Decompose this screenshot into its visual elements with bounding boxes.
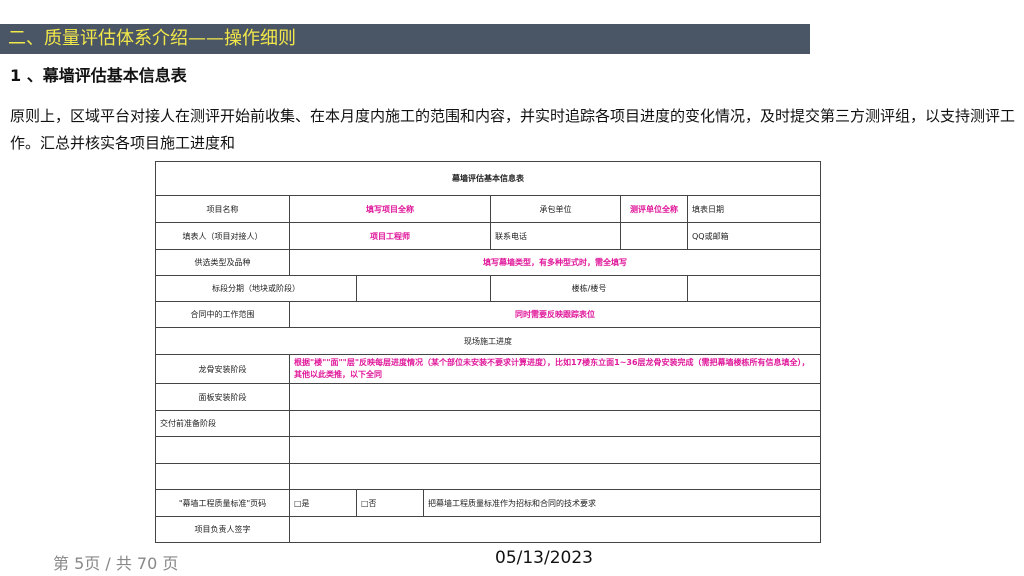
table-row: 标段分期（地块或阶段） 楼栋/楼号 xyxy=(155,275,822,302)
blank-cell xyxy=(155,436,290,464)
handover-label: 交付前准备阶段 xyxy=(155,410,290,437)
handover-value[interactable] xyxy=(288,410,822,437)
contractor-value[interactable]: 测评单位全称 xyxy=(620,195,688,223)
stage-label: 标段分期（地块或阶段） xyxy=(155,275,357,302)
option-yes[interactable]: □是 xyxy=(289,489,357,517)
panel-install-value[interactable] xyxy=(288,383,822,411)
table-row xyxy=(155,463,822,490)
bldg-no-label: 楼栋/楼号 xyxy=(490,275,688,302)
table-row: 龙骨安装阶段 根据"楼""面""层"反映每层进度情况（某个部位未安装不要求计算进… xyxy=(155,354,822,384)
option-no[interactable]: □否 xyxy=(356,489,424,517)
table-row: "幕墙工程质量标准"页码 □是 □否 把幕墙工程质量标准作为招标和合同的技术要求 xyxy=(155,489,822,517)
table-row: 面板安装阶段 xyxy=(155,383,822,411)
table-row xyxy=(155,436,822,464)
table-row: 交付前准备阶段 xyxy=(155,410,822,437)
curtain-wall-info-table: 幕墙评估基本信息表 项目名称 填写项目全称 承包单位 测评单位全称 填表日期 填… xyxy=(154,161,822,543)
phone-value[interactable] xyxy=(620,222,688,250)
table-row: 项目名称 填写项目全称 承包单位 测评单位全称 填表日期 xyxy=(155,195,822,223)
section-banner: 二、质量评估体系介绍——操作细则 xyxy=(0,24,810,54)
standard-note: 把幕墙工程质量标准作为招标和合同的技术要求 xyxy=(422,489,822,517)
section-subtitle: 1 、幕墙评估基本信息表 xyxy=(10,66,187,85)
contract-scope-label: 合同中的工作范围 xyxy=(155,301,290,328)
qq-label: QQ或邮箱 xyxy=(686,222,822,250)
standard-label: "幕墙工程质量标准"页码 xyxy=(155,489,290,517)
table-row: 供选类型及品种 填写幕墙类型，有多种型式时，需全填写 xyxy=(155,249,822,276)
table-row: 现场施工进度 xyxy=(154,327,822,355)
table-row: 填表人（项目对接人） 项目工程师 联系电话 QQ或邮箱 xyxy=(155,222,822,250)
current-progress-label: 现场施工进度 xyxy=(154,327,822,355)
filler-label: 填表人（项目对接人） xyxy=(155,222,290,250)
curtain-type-label: 供选类型及品种 xyxy=(155,249,290,276)
blank-cell[interactable] xyxy=(288,463,822,490)
project-name-label: 项目名称 xyxy=(155,195,290,223)
contractor-label: 承包单位 xyxy=(490,195,621,223)
project-name-value[interactable]: 填写项目全称 xyxy=(289,195,491,223)
table-row: 项目负责人签字 xyxy=(155,516,822,543)
filler-value[interactable]: 项目工程师 xyxy=(289,222,491,250)
fill-date-label: 填表日期 xyxy=(686,195,822,223)
pm-sign-label: 项目负责人签字 xyxy=(155,516,290,543)
panel-install-label: 面板安装阶段 xyxy=(155,383,290,411)
table-row: 合同中的工作范围 同时需要反映跟踪表位 xyxy=(155,301,822,328)
phone-label: 联系电话 xyxy=(490,222,621,250)
keel-install-label: 龙骨安装阶段 xyxy=(155,354,290,384)
bldg-no-value[interactable] xyxy=(686,275,822,302)
blank-cell[interactable] xyxy=(288,436,822,464)
keel-install-value[interactable]: 根据"楼""面""层"反映每层进度情况（某个部位未安装不要求计算进度），比如17… xyxy=(288,354,822,384)
contract-scope-value[interactable]: 同时需要反映跟踪表位 xyxy=(288,301,822,328)
table-title: 幕墙评估基本信息表 xyxy=(154,161,822,196)
stage-value[interactable] xyxy=(356,275,491,302)
pm-sign-value[interactable] xyxy=(288,516,822,543)
table-row: 幕墙评估基本信息表 xyxy=(154,161,822,196)
curtain-type-value[interactable]: 填写幕墙类型，有多种型式时，需全填写 xyxy=(288,249,822,276)
intro-paragraph: 原则上，区域平台对接人在测评开始前收集、在本月度内施工的范围和内容，并实时追踪各… xyxy=(10,107,1016,152)
blank-cell xyxy=(155,463,290,490)
footer-date: 05/13/2023 xyxy=(495,548,593,568)
page-indicator: 第 5页 / 共 70 页 xyxy=(53,554,179,573)
